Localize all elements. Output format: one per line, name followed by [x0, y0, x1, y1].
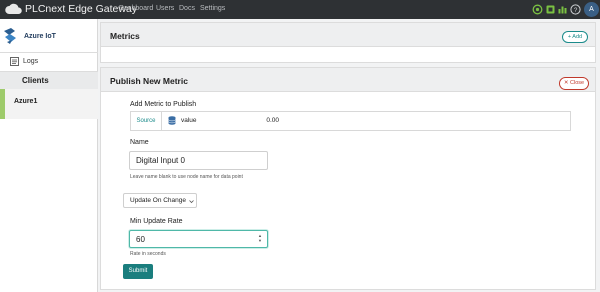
metrics-panel-header: Metrics + Add	[101, 23, 595, 47]
logs-icon	[10, 57, 19, 66]
min-update-rate-input[interactable]	[129, 230, 268, 248]
database-icon	[168, 116, 176, 125]
name-label: Name	[130, 139, 149, 146]
nav-docs-link[interactable]: Docs	[179, 5, 195, 12]
chevron-down-icon	[189, 200, 194, 204]
nav-users-link[interactable]: Users	[156, 5, 174, 12]
sidebar-client-label: Azure1	[14, 98, 38, 105]
source-variable-field[interactable]: value 0.00	[163, 112, 281, 130]
clients-header: Clients	[0, 72, 98, 89]
metrics-panel-title: Metrics	[110, 31, 140, 41]
sidebar-client-item[interactable]: Azure1	[0, 89, 98, 119]
svg-text:?: ?	[574, 7, 578, 14]
source-selector-row: Source value 0.00	[130, 111, 571, 131]
publish-metric-panel: Publish New Metric ✕ Close Add Metric to…	[100, 67, 596, 290]
chart-status-icon[interactable]	[557, 4, 568, 15]
min-update-rate-label: Min Update Rate	[130, 218, 183, 225]
publish-panel-title: Publish New Metric	[110, 76, 188, 86]
device-status-icon[interactable]	[545, 4, 556, 15]
min-update-rate-hint: Rate in seconds	[130, 251, 166, 257]
update-mode-value: Update On Change	[130, 197, 187, 204]
nav-dashboard-link[interactable]: Dashboard	[119, 5, 153, 12]
name-hint: Leave name blank to use node name for da…	[130, 174, 243, 180]
sidebar-item-logs-label: Logs	[23, 58, 39, 65]
user-avatar[interactable]: A	[584, 2, 599, 17]
azure-iot-logo-icon	[4, 28, 16, 44]
sidebar: Azure IoT Logs Clients Azure1	[0, 19, 98, 292]
network-status-icon[interactable]	[532, 4, 543, 15]
nav-settings-link[interactable]: Settings	[200, 5, 225, 12]
number-stepper-icon[interactable]: ▲ ▼	[257, 233, 263, 245]
sidebar-title: Azure IoT	[24, 33, 56, 40]
publish-panel-header: Publish New Metric ✕ Close	[101, 68, 595, 92]
source-tab[interactable]: Source	[131, 112, 162, 130]
update-mode-select[interactable]: Update On Change	[123, 193, 197, 208]
source-variable-value: 0.00	[266, 117, 279, 124]
close-icon: ✕	[563, 80, 569, 86]
submit-button[interactable]: Submit	[123, 264, 153, 279]
clients-header-label: Clients	[22, 76, 49, 85]
metric-name-input[interactable]	[129, 151, 268, 170]
add-metric-button[interactable]: + Add	[562, 31, 588, 43]
help-icon[interactable]: ?	[570, 4, 581, 15]
gateway-logo-icon	[5, 3, 22, 15]
app-root: PLCnext Edge Gateway Dashboard Users Doc…	[0, 0, 600, 292]
sidebar-item-logs[interactable]: Logs	[0, 53, 98, 70]
close-button-label: Close	[570, 80, 585, 86]
source-variable-name: value	[181, 117, 197, 124]
metrics-panel: Metrics + Add	[100, 22, 596, 63]
top-nav-bar: PLCnext Edge Gateway Dashboard Users Doc…	[0, 0, 600, 19]
add-metric-label: Add Metric to Publish	[130, 101, 197, 108]
close-button[interactable]: ✕ Close	[559, 77, 589, 90]
